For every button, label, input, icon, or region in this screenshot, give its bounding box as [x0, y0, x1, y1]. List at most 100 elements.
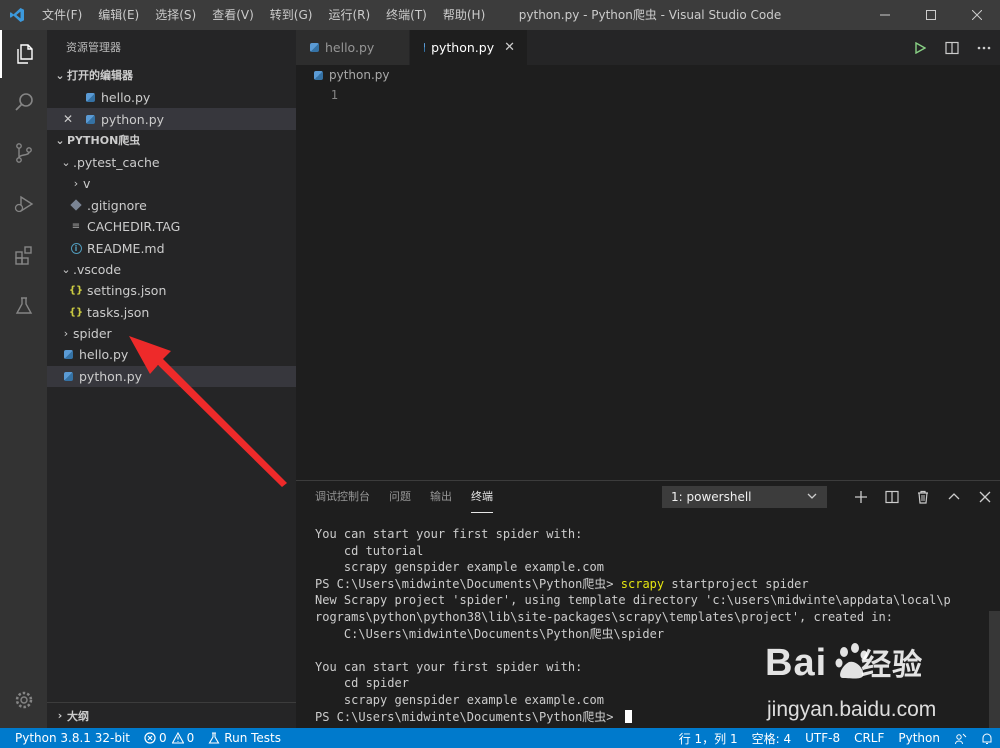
tree-item-readme[interactable]: i README.md	[47, 237, 296, 258]
language-mode[interactable]: Python	[891, 728, 947, 748]
breadcrumb[interactable]: python.py	[296, 65, 1000, 85]
search-icon[interactable]	[0, 78, 47, 126]
problems-indicator[interactable]: 0 0	[137, 728, 201, 748]
json-file-icon: {}	[68, 285, 84, 297]
tab-debug-console[interactable]: 调试控制台	[315, 481, 370, 513]
terminal-line: C:\Users\midwinte\Documents\Python爬虫\spi…	[315, 626, 665, 641]
terminal-line: PS C:\Users\midwinte\Documents\Python爬虫>	[315, 709, 985, 726]
tree-item-gitignore[interactable]: .gitignore	[47, 195, 296, 216]
menu-view[interactable]: 查看(V)	[204, 0, 262, 30]
explorer-icon[interactable]	[0, 30, 47, 78]
python-file-icon	[424, 43, 426, 52]
maximize-button[interactable]	[908, 0, 954, 30]
activity-bar	[0, 30, 47, 728]
breadcrumb-file: python.py	[329, 68, 390, 82]
cursor-position[interactable]: 行 1，列 1	[672, 728, 745, 748]
project-header[interactable]: ⌄ PYTHON爬虫	[47, 130, 296, 152]
minimize-button[interactable]	[862, 0, 908, 30]
menu-run[interactable]: 运行(R)	[320, 0, 378, 30]
text-file-icon: ≡	[71, 221, 81, 233]
tree-item-python-py[interactable]: python.py	[47, 365, 296, 388]
new-terminal-icon[interactable]	[845, 481, 876, 513]
tree-item-vscode[interactable]: ⌄ .vscode	[47, 259, 296, 280]
python-interpreter[interactable]: Python 3.8.1 32-bit	[0, 728, 137, 748]
kill-terminal-trash-icon[interactable]	[907, 481, 938, 513]
tab-python-py[interactable]: python.py ✕	[410, 30, 528, 65]
tree-item-pytest-cache[interactable]: ⌄ .pytest_cache	[47, 152, 296, 173]
extensions-icon[interactable]	[0, 231, 47, 279]
testing-flask-icon[interactable]	[0, 282, 47, 330]
outline-header[interactable]: › 大纲	[47, 702, 296, 728]
run-debug-icon[interactable]	[0, 180, 47, 228]
chevron-down-icon	[806, 490, 818, 505]
file-encoding[interactable]: UTF-8	[798, 728, 847, 748]
command-keyword: scrapy	[620, 576, 665, 591]
indentation[interactable]: 空格: 4	[745, 728, 799, 748]
tab-hello-py[interactable]: hello.py	[296, 30, 410, 65]
terminal-line: PS C:\Users\midwinte\Documents\Python爬虫>…	[315, 576, 985, 593]
beaker-icon	[208, 732, 220, 744]
outline-label: 大纲	[67, 709, 89, 723]
window-title: python.py - Python爬虫 - Visual Studio Cod…	[518, 8, 782, 22]
notifications-bell-icon[interactable]	[974, 728, 1000, 748]
close-window-button[interactable]	[954, 0, 1000, 30]
prompt: PS C:\Users\midwinte\Documents\Python爬虫>	[315, 709, 621, 724]
terminal-line: cd tutorial	[315, 543, 424, 558]
tree-item-v[interactable]: › v	[47, 173, 296, 194]
info-icon: i	[69, 241, 83, 255]
sidebar-title: 资源管理器	[66, 41, 121, 54]
terminal-output[interactable]: You can start your first spider with: cd…	[315, 526, 985, 725]
run-python-file-icon[interactable]	[904, 30, 936, 65]
maximize-panel-chevron-up-icon[interactable]	[938, 481, 969, 513]
settings-gear-icon[interactable]	[0, 676, 47, 724]
tab-output[interactable]: 输出	[430, 481, 452, 513]
close-tab-icon[interactable]: ✕	[504, 40, 515, 55]
error-count: 0	[159, 731, 167, 745]
open-editor-python[interactable]: ✕ python.py	[47, 108, 296, 130]
menu-file[interactable]: 文件(F)	[34, 0, 90, 30]
terminal-select[interactable]: 1: powershell	[662, 486, 827, 508]
terminal-line: You can start your first spider with:	[315, 659, 583, 674]
tree-item-spider[interactable]: › spider	[47, 323, 296, 344]
tree-item-settings-json[interactable]: {} settings.json	[47, 280, 296, 301]
split-terminal-icon[interactable]	[876, 481, 907, 513]
python-file-icon	[310, 43, 319, 52]
source-control-icon[interactable]	[0, 129, 47, 177]
chevron-down-icon: ⌄	[61, 262, 71, 276]
close-panel-icon[interactable]	[969, 481, 1000, 513]
run-tests-button[interactable]: Run Tests	[201, 728, 288, 748]
feedback-icon[interactable]	[947, 728, 974, 748]
terminal-scrollbar[interactable]	[989, 611, 1000, 729]
split-editor-icon[interactable]	[936, 30, 968, 65]
more-actions-icon[interactable]	[968, 30, 1000, 65]
tree-item-tasks-json[interactable]: {} tasks.json	[47, 302, 296, 323]
menu-go[interactable]: 转到(G)	[262, 0, 321, 30]
open-editors-header[interactable]: ⌄ 打开的编辑器	[47, 65, 296, 87]
menu-edit[interactable]: 编辑(E)	[90, 0, 147, 30]
chevron-down-icon: ⌄	[61, 155, 71, 169]
open-editors-label: 打开的编辑器	[67, 69, 133, 82]
explorer-sidebar: 资源管理器 ⌄ 打开的编辑器 hello.py ✕ python.py ⌄ PY…	[47, 30, 296, 728]
open-editor-label: hello.py	[101, 90, 151, 106]
menu-terminal[interactable]: 终端(T)	[378, 0, 435, 30]
gitignore-file-icon	[69, 198, 83, 212]
tree-item-label: spider	[73, 326, 112, 342]
terminal-line: New Scrapy project 'spider', using templ…	[315, 593, 951, 608]
menu-selection[interactable]: 选择(S)	[147, 0, 204, 30]
tab-terminal[interactable]: 终端	[471, 481, 493, 513]
code-line[interactable]: 1	[296, 85, 1000, 104]
tab-problems[interactable]: 问题	[389, 481, 411, 513]
vscode-logo-icon	[0, 0, 34, 30]
project-label: PYTHON爬虫	[67, 133, 141, 147]
close-icon[interactable]: ✕	[63, 112, 73, 126]
open-editor-label: python.py	[101, 111, 165, 127]
tree-item-label: hello.py	[79, 347, 129, 363]
tree-item-hello-py[interactable]: hello.py	[47, 344, 296, 365]
tree-item-cachedir-tag[interactable]: ≡ CACHEDIR.TAG	[47, 216, 296, 237]
command-args: startproject spider	[664, 576, 809, 591]
prompt: PS C:\Users\midwinte\Documents\Python爬虫>	[315, 576, 621, 591]
open-editor-hello[interactable]: hello.py	[47, 87, 296, 108]
tree-item-label: settings.json	[87, 283, 167, 299]
end-of-line[interactable]: CRLF	[847, 728, 891, 748]
